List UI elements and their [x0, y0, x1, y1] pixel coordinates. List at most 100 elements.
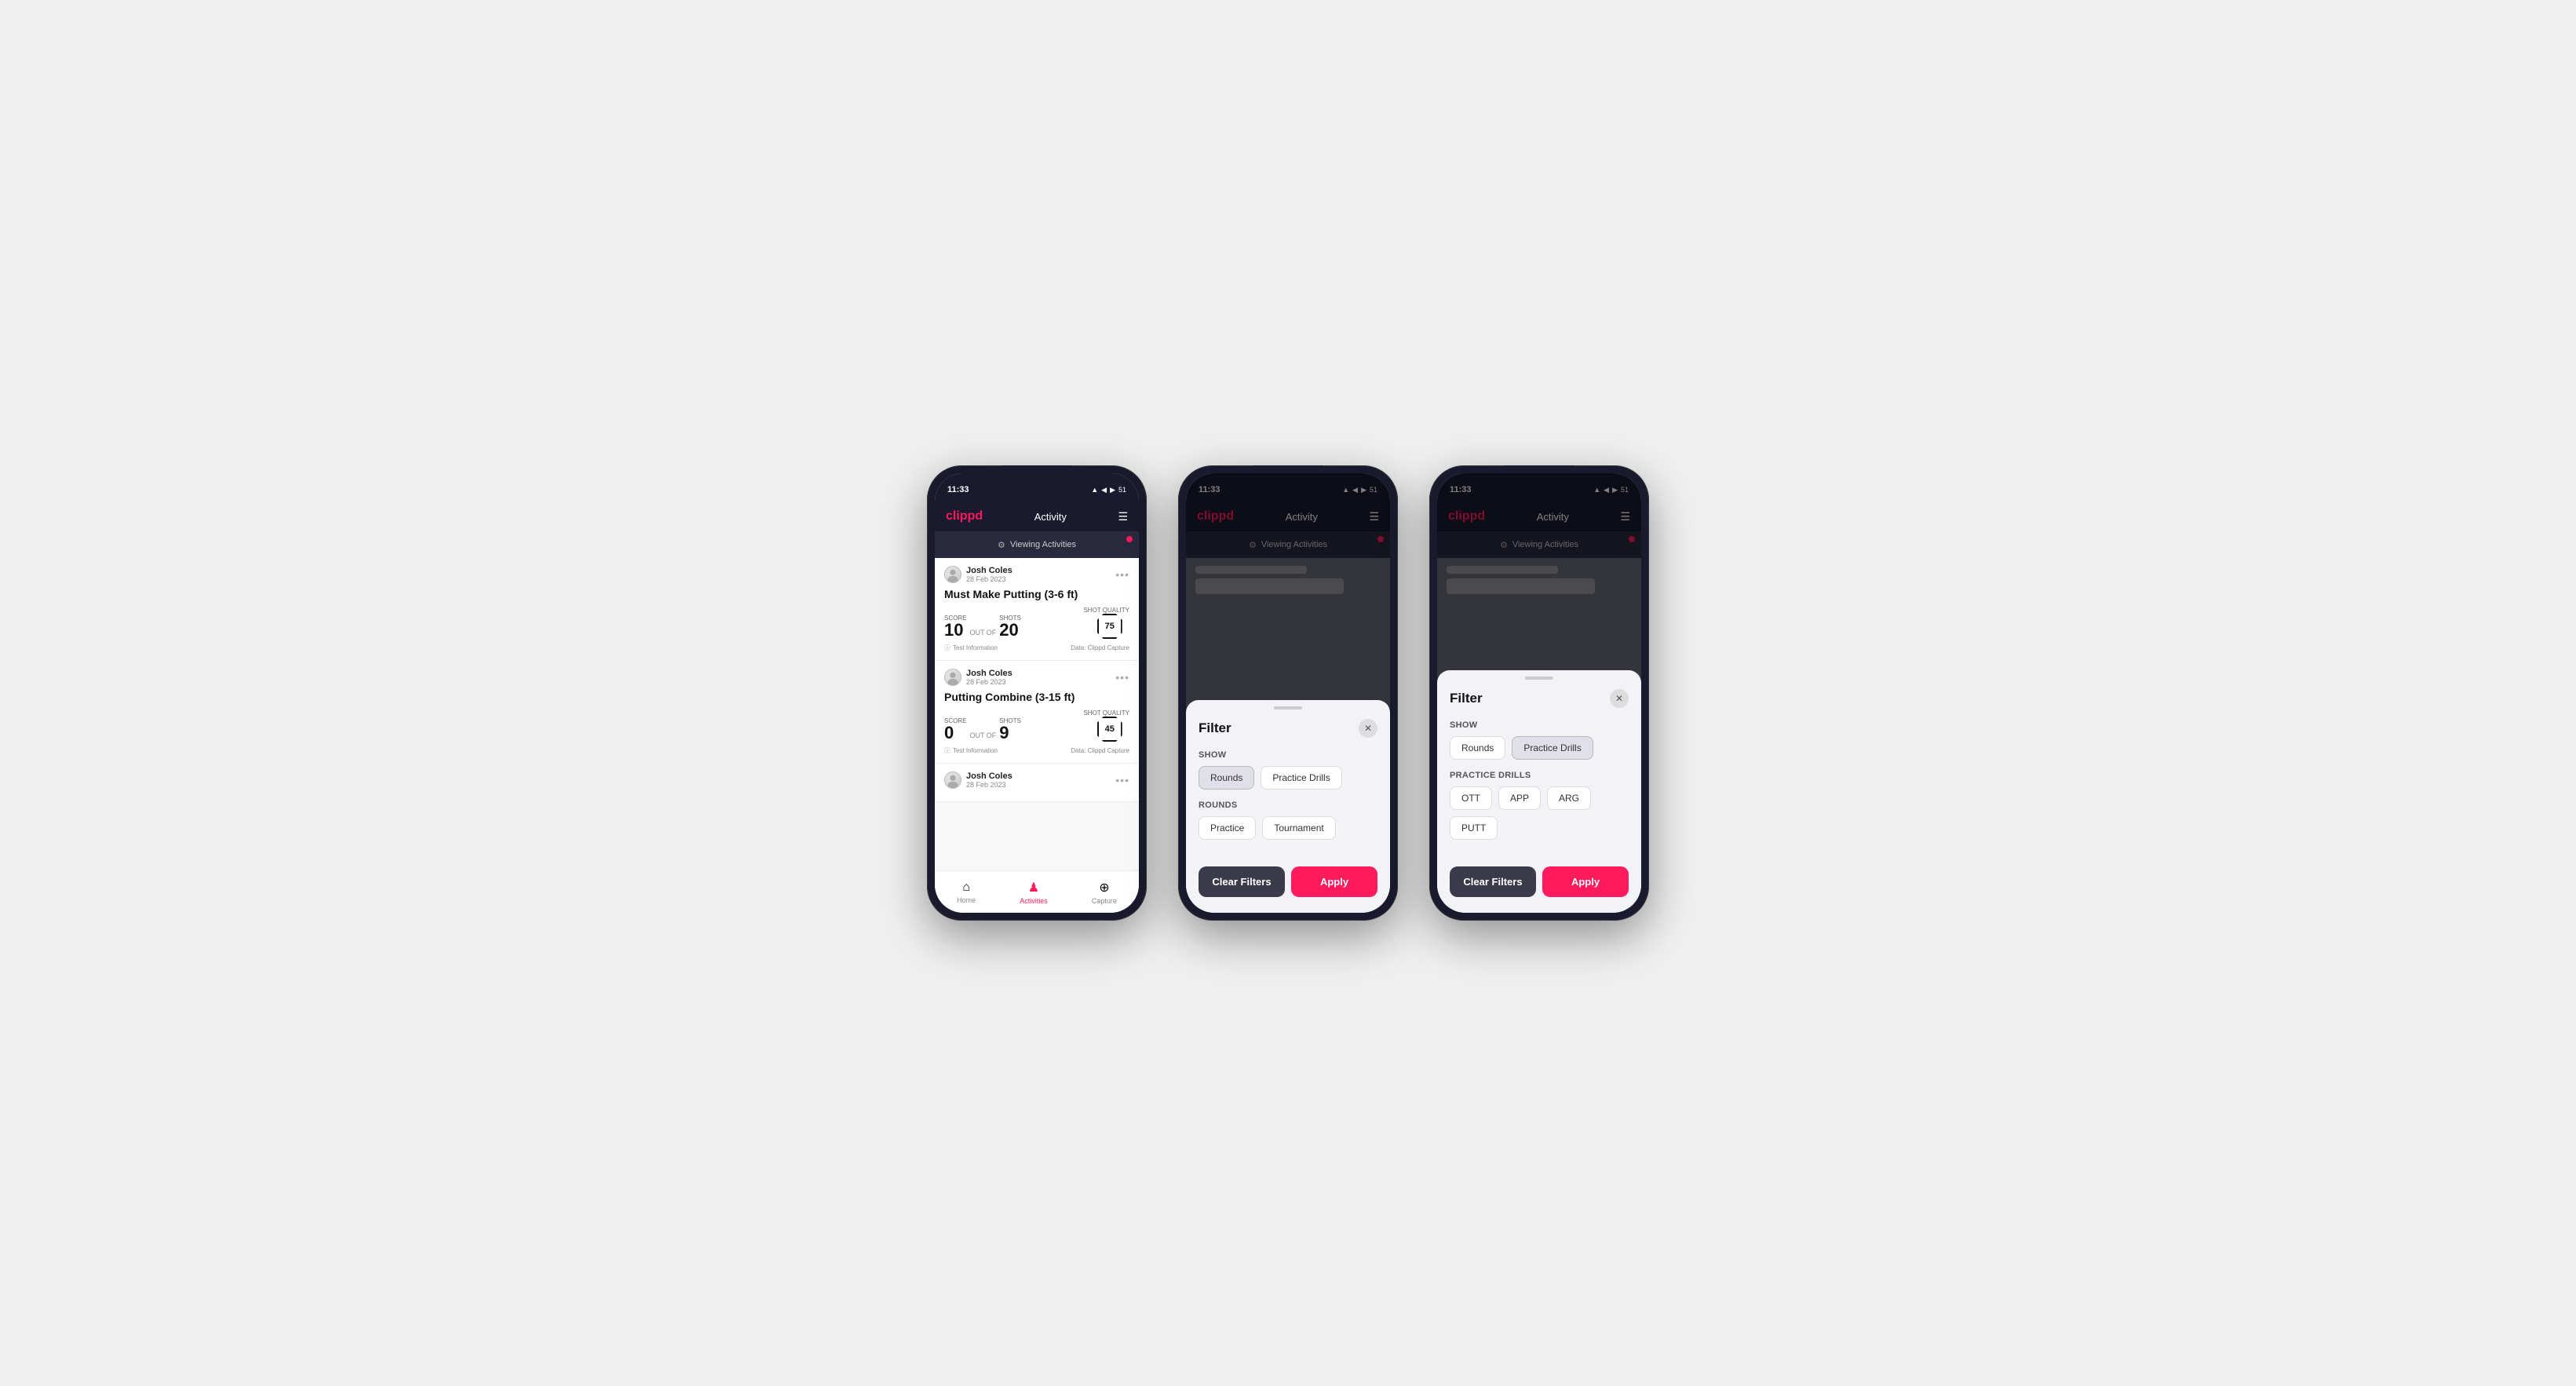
- shot-quality-label-2: Shot Quality: [1083, 709, 1129, 717]
- filter-footer-3: Clear Filters Apply: [1437, 857, 1641, 913]
- activity-content-1: Josh Coles 28 Feb 2023 ••• Must Make Put…: [935, 558, 1139, 870]
- drills-buttons-3: OTT APP ARG PUTT: [1450, 786, 1629, 840]
- shot-quality-label-1: Shot Quality: [1083, 607, 1129, 614]
- test-info-1[interactable]: ⓘ Test Information: [944, 644, 998, 652]
- user-date-3: 28 Feb 2023: [966, 781, 1013, 789]
- notch: [1002, 465, 1072, 484]
- activity-card-1[interactable]: Josh Coles 28 Feb 2023 ••• Must Make Put…: [935, 558, 1139, 661]
- stats-row-2: Score 0 OUT OF Shots 9 Shot Quali: [944, 709, 1129, 742]
- user-info-2: Josh Coles 28 Feb 2023: [944, 669, 1013, 686]
- show-label-2: Show: [1199, 750, 1377, 760]
- score-value-1: 10: [944, 622, 966, 639]
- activity-title-2: Putting Combine (3-15 ft): [944, 691, 1129, 703]
- out-of-2: OUT OF: [969, 731, 996, 739]
- user-details-3: Josh Coles 28 Feb 2023: [966, 771, 1013, 789]
- card-footer-1: ⓘ Test Information Data: Clippd Capture: [944, 644, 1129, 652]
- apply-btn-2[interactable]: Apply: [1291, 866, 1377, 897]
- score-col-1: Score 10: [944, 615, 966, 639]
- user-details-1: Josh Coles 28 Feb 2023: [966, 566, 1013, 583]
- app-header-1: clippd Activity ☰: [935, 502, 1139, 531]
- shot-quality-badge-2: 45: [1097, 717, 1122, 742]
- filter-title-3: Filter: [1450, 691, 1483, 706]
- show-buttons-3: Rounds Practice Drills: [1450, 736, 1629, 760]
- drill-app-btn[interactable]: APP: [1498, 786, 1541, 810]
- activity-card-3[interactable]: Josh Coles 28 Feb 2023 •••: [935, 764, 1139, 802]
- menu-icon-1[interactable]: ☰: [1118, 510, 1128, 523]
- show-drills-btn-3[interactable]: Practice Drills: [1512, 736, 1593, 760]
- filter-header-3: Filter ✕: [1437, 680, 1641, 714]
- stats-section-1: Score 10 OUT OF Shots 20: [944, 615, 1021, 639]
- drill-ott-btn[interactable]: OTT: [1450, 786, 1492, 810]
- nav-activities-1[interactable]: ♟ Activities: [1020, 880, 1048, 905]
- activity-title-1: Must Make Putting (3-6 ft): [944, 588, 1129, 600]
- card-header-1: Josh Coles 28 Feb 2023 •••: [944, 566, 1129, 583]
- filter-title-2: Filter: [1199, 720, 1231, 736]
- bottom-nav-1: ⌂ Home ♟ Activities ⊕ Capture: [935, 870, 1139, 913]
- out-of-1: OUT OF: [969, 629, 996, 636]
- filter-body-2: Show Rounds Practice Drills Rounds Pract…: [1186, 744, 1390, 857]
- drill-putt-btn[interactable]: PUTT: [1450, 816, 1498, 840]
- close-filter-3[interactable]: ✕: [1610, 689, 1629, 708]
- shots-value-1: 20: [999, 622, 1021, 639]
- status-time-1: 11:33: [947, 485, 969, 494]
- clear-filters-btn-2[interactable]: Clear Filters: [1199, 866, 1285, 897]
- more-menu-1[interactable]: •••: [1115, 568, 1129, 581]
- card-footer-2: ⓘ Test Information Data: Clippd Capture: [944, 746, 1129, 755]
- shots-col-2: Shots 9: [999, 717, 1021, 742]
- nav-capture-1[interactable]: ⊕ Capture: [1092, 880, 1117, 905]
- apply-btn-3[interactable]: Apply: [1542, 866, 1629, 897]
- show-label-3: Show: [1450, 720, 1629, 730]
- viewing-bar-1[interactable]: ⚙ Viewing Activities: [935, 531, 1139, 558]
- info-icon-1: ⓘ: [944, 644, 950, 652]
- filter-header-2: Filter ✕: [1186, 709, 1390, 744]
- activity-card-2[interactable]: Josh Coles 28 Feb 2023 ••• Putting Combi…: [935, 661, 1139, 764]
- score-value-2: 0: [944, 724, 966, 742]
- battery-level: 51: [1118, 486, 1126, 494]
- nav-home-label: Home: [957, 896, 976, 904]
- phone-1-screen: 11:33 ▲ ◀ ▶ 51 clippd Activity ☰ ⚙ Viewi…: [935, 473, 1139, 913]
- shot-quality-2: Shot Quality 45: [1083, 709, 1129, 742]
- close-filter-2[interactable]: ✕: [1359, 719, 1377, 738]
- home-icon: ⌂: [962, 881, 970, 895]
- signal-icon: ▲: [1091, 486, 1098, 494]
- show-rounds-btn-2[interactable]: Rounds: [1199, 766, 1254, 790]
- drills-label-3: Practice Drills: [1450, 771, 1629, 780]
- activity-list-1[interactable]: Josh Coles 28 Feb 2023 ••• Must Make Put…: [935, 558, 1139, 870]
- more-menu-2[interactable]: •••: [1115, 671, 1129, 684]
- clear-filters-btn-3[interactable]: Clear Filters: [1450, 866, 1536, 897]
- show-rounds-btn-3[interactable]: Rounds: [1450, 736, 1505, 760]
- wifi-icon: ◀: [1101, 486, 1107, 494]
- info-icon-2: ⓘ: [944, 746, 950, 755]
- filter-footer-2: Clear Filters Apply: [1186, 857, 1390, 913]
- notification-dot-1: [1126, 536, 1133, 542]
- rounds-label-2: Rounds: [1199, 801, 1377, 810]
- nav-home-1[interactable]: ⌂ Home: [957, 881, 976, 904]
- rounds-practice-btn-2[interactable]: Practice: [1199, 816, 1256, 840]
- status-icons-1: ▲ ◀ ▶ 51: [1091, 486, 1126, 494]
- logo-1: clippd: [946, 509, 983, 523]
- filter-modal-2: Filter ✕ Show Rounds Practice Drills Rou…: [1186, 700, 1390, 913]
- filter-icon-1: ⚙: [998, 540, 1005, 550]
- phone-2-screen: 11:33 ▲ ◀ ▶ 51 clippd Activity ☰ ⚙ Viewi…: [1186, 473, 1390, 913]
- user-date-2: 28 Feb 2023: [966, 678, 1013, 686]
- show-buttons-2: Rounds Practice Drills: [1199, 766, 1377, 790]
- card-header-2: Josh Coles 28 Feb 2023 •••: [944, 669, 1129, 686]
- rounds-tournament-btn-2[interactable]: Tournament: [1262, 816, 1335, 840]
- phone-1: 11:33 ▲ ◀ ▶ 51 clippd Activity ☰ ⚙ Viewi…: [927, 465, 1147, 921]
- score-col-2: Score 0: [944, 717, 966, 742]
- shots-col-1: Shots 20: [999, 615, 1021, 639]
- phones-container: 11:33 ▲ ◀ ▶ 51 clippd Activity ☰ ⚙ Viewi…: [927, 465, 1649, 921]
- phone-2: 11:33 ▲ ◀ ▶ 51 clippd Activity ☰ ⚙ Viewi…: [1178, 465, 1398, 921]
- show-drills-btn-2[interactable]: Practice Drills: [1261, 766, 1341, 790]
- test-info-2[interactable]: ⓘ Test Information: [944, 746, 998, 755]
- data-source-1: Data: Clippd Capture: [1071, 644, 1129, 651]
- nav-capture-label: Capture: [1092, 897, 1117, 905]
- user-date-1: 28 Feb 2023: [966, 575, 1013, 583]
- drill-arg-btn[interactable]: ARG: [1547, 786, 1591, 810]
- user-name-2: Josh Coles: [966, 669, 1013, 678]
- nav-activities-label: Activities: [1020, 897, 1048, 905]
- more-menu-3[interactable]: •••: [1115, 774, 1129, 786]
- filter-body-3: Show Rounds Practice Drills Practice Dri…: [1437, 714, 1641, 857]
- viewing-bar-text-1: Viewing Activities: [1010, 540, 1076, 549]
- stats-row-1: Score 10 OUT OF Shots 20 Shot Qua: [944, 607, 1129, 639]
